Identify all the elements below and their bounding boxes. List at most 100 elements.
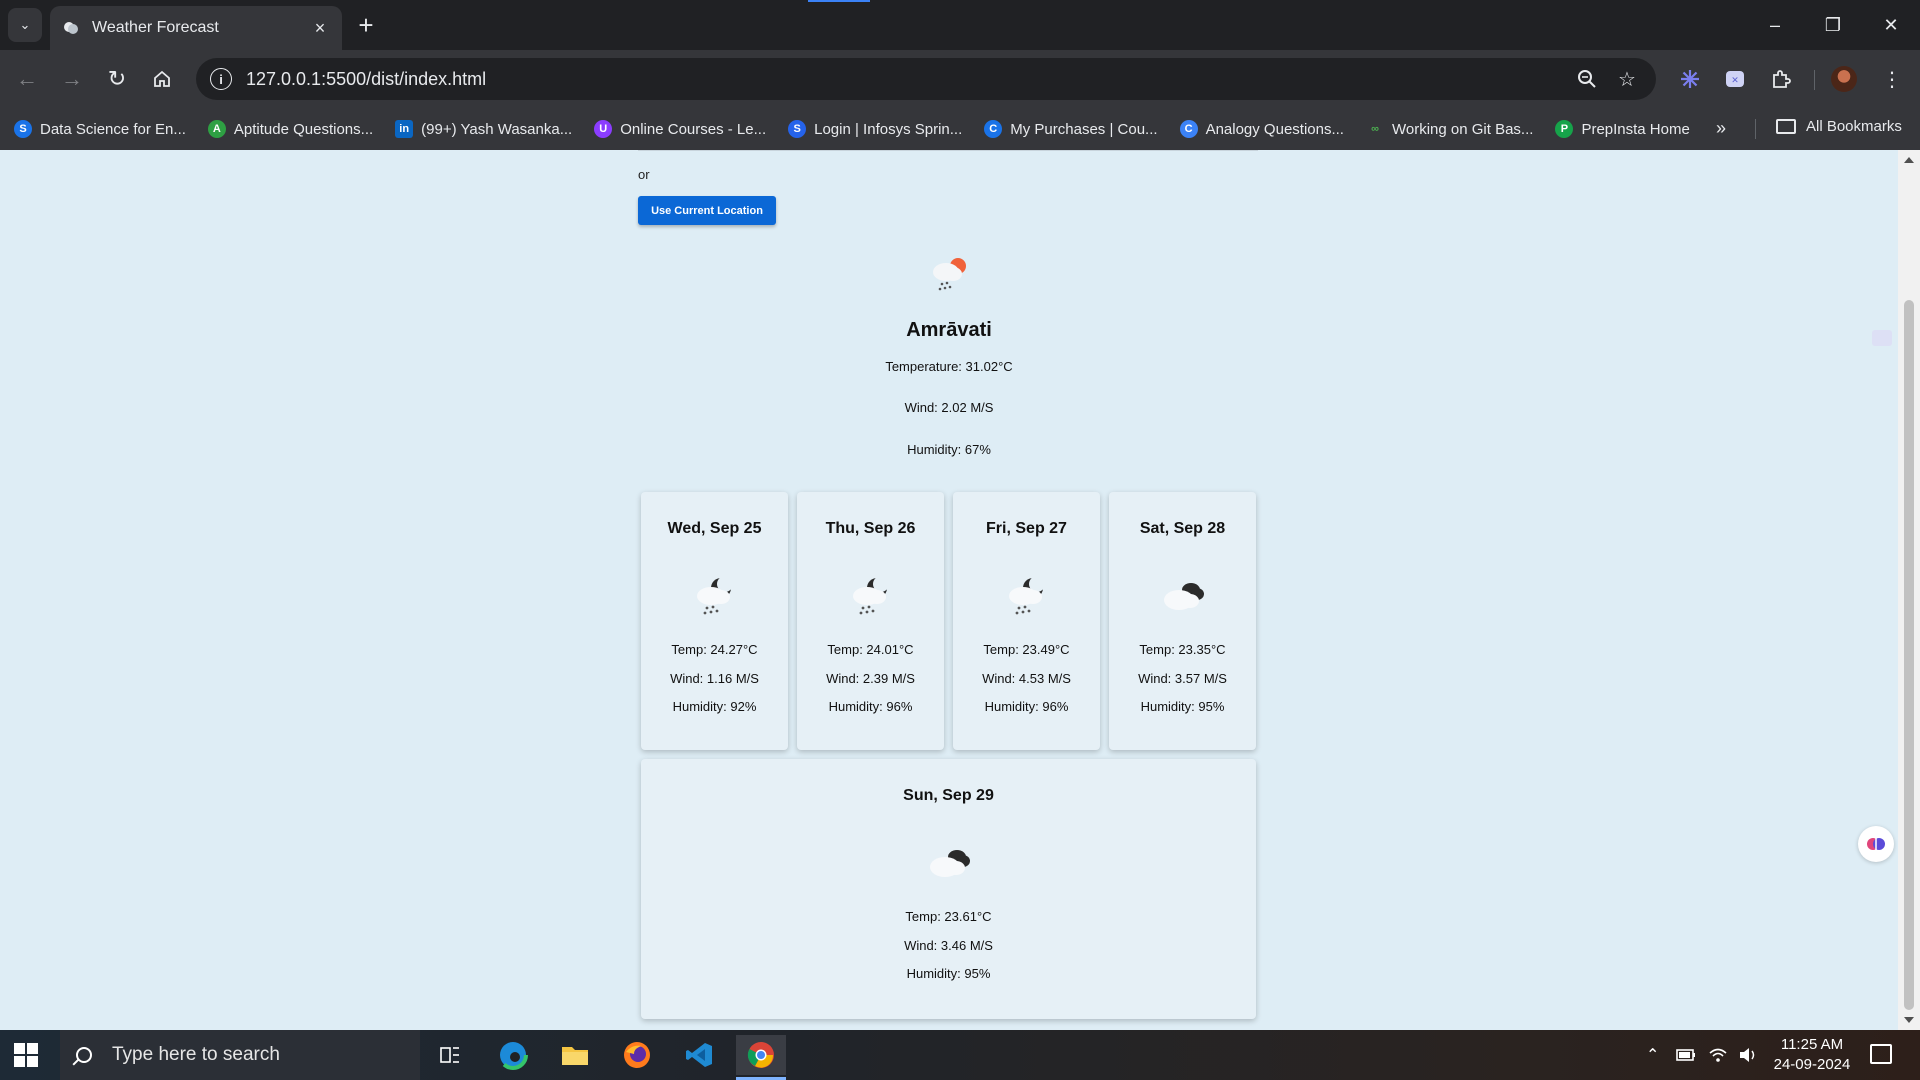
bookmark-item[interactable]: C Analogy Questions...: [1179, 120, 1344, 138]
bookmark-item[interactable]: C My Purchases | Cou...: [984, 120, 1158, 138]
forecast-card: Fri, Sep 27 Temp: 23.49°C Wind: 4.53 M/S…: [953, 492, 1100, 750]
side-widget-chat-icon[interactable]: [1872, 330, 1892, 346]
weather-favicon-icon: [64, 22, 78, 34]
reload-button[interactable]: ↻: [100, 62, 134, 96]
windows-start-icon[interactable]: [14, 1043, 38, 1067]
notifications-icon[interactable]: [1870, 1044, 1892, 1064]
address-bar[interactable]: i 127.0.0.1:5500/dist/index.html ☆: [196, 58, 1656, 100]
zoom-icon[interactable]: [1572, 64, 1602, 94]
folder-icon: [1776, 119, 1796, 134]
page-scrollbar[interactable]: [1898, 150, 1920, 1030]
site-info-icon[interactable]: i: [210, 68, 232, 90]
tab-search-button[interactable]: ⌄: [8, 8, 42, 42]
bookmark-item[interactable]: S Data Science for En...: [14, 120, 186, 138]
bookmark-item[interactable]: A Aptitude Questions...: [207, 120, 374, 138]
rain-sun-icon: [933, 258, 966, 291]
task-view-icon[interactable]: [425, 1035, 475, 1075]
forecast-humidity: Humidity: 92%: [672, 699, 757, 714]
cloudy-night-icon: [1163, 583, 1204, 610]
forecast-wind: Wind: 2.39 M/S: [826, 671, 915, 686]
forecast-card: Sun, Sep 29 Temp: 23.61°C Wind: 3.46 M/S…: [641, 759, 1256, 1019]
current-temperature: Temperature: 31.02°C: [885, 359, 1013, 374]
chrome-icon[interactable]: [736, 1035, 786, 1080]
rain-night-icon: [1008, 576, 1045, 615]
system-clock[interactable]: 11:25 AM 24-09-2024: [1764, 1035, 1860, 1075]
bookmark-item[interactable]: in (99+) Yash Wasanka...: [395, 120, 572, 138]
wifi-icon[interactable]: [1708, 1030, 1728, 1080]
or-separator: or: [638, 167, 650, 182]
all-bookmarks-button[interactable]: All Bookmarks: [1776, 118, 1902, 135]
bookmark-item[interactable]: S Login | Infosys Sprin...: [788, 120, 962, 138]
forecast-day: Fri, Sep 27: [986, 520, 1067, 537]
forecast-day: Sun, Sep 29: [903, 787, 994, 804]
profile-avatar[interactable]: [1831, 66, 1857, 92]
firefox-icon[interactable]: [612, 1035, 662, 1075]
bookmark-favicon-icon: A: [207, 120, 226, 138]
new-tab-button[interactable]: +: [352, 12, 380, 40]
back-button[interactable]: ←: [10, 62, 44, 96]
forecast-humidity: Humidity: 95%: [906, 966, 991, 981]
minimize-button[interactable]: –: [1752, 8, 1798, 42]
forecast-day: Sat, Sep 28: [1139, 520, 1226, 537]
clock-time: 11:25 AM: [1780, 1036, 1844, 1053]
vscode-icon[interactable]: [674, 1035, 724, 1075]
bookmarks-divider: [1755, 119, 1756, 139]
forecast-temp: Temp: 23.35°C: [1139, 642, 1226, 657]
tab-weather-forecast[interactable]: Weather Forecast ×: [50, 6, 342, 50]
tray-overflow-icon[interactable]: ⌃: [1646, 1030, 1659, 1080]
tab-strip: ⌄ Weather Forecast × + – ❐ ✕: [0, 0, 1920, 50]
forecast-wind: Wind: 3.46 M/S: [904, 938, 993, 953]
bookmark-star-icon[interactable]: ☆: [1612, 64, 1642, 94]
all-bookmarks-label: All Bookmarks: [1806, 118, 1902, 135]
forecast-wind: Wind: 3.57 M/S: [1138, 671, 1227, 686]
forward-button[interactable]: →: [55, 62, 89, 96]
rain-night-icon: [696, 576, 733, 615]
arrow-right-icon: →: [61, 66, 83, 91]
extension-chat-icon[interactable]: ✕: [1719, 63, 1751, 95]
bookmark-item[interactable]: P PrepInsta Home: [1555, 120, 1690, 138]
scroll-down-icon[interactable]: [1904, 1017, 1914, 1023]
close-window-button[interactable]: ✕: [1868, 8, 1914, 42]
edge-browser-icon[interactable]: [488, 1035, 538, 1075]
forecast-temp: Temp: 24.01°C: [827, 642, 914, 657]
forecast-temp: Temp: 23.49°C: [983, 642, 1070, 657]
scrollbar-thumb[interactable]: [1904, 300, 1914, 1010]
scroll-up-icon[interactable]: [1904, 157, 1914, 163]
bookmark-label: Online Courses - Le...: [620, 120, 767, 138]
bookmarks-overflow-icon[interactable]: »: [1716, 118, 1726, 139]
bookmark-label: Aptitude Questions...: [233, 120, 374, 138]
clock-date: 24-09-2024: [1773, 1056, 1851, 1073]
tab-close-icon[interactable]: ×: [310, 18, 330, 38]
url-text[interactable]: 127.0.0.1:5500/dist/index.html: [246, 69, 1562, 90]
use-current-location-button[interactable]: Use Current Location: [638, 196, 776, 225]
reload-icon: ↻: [107, 66, 127, 91]
menu-kebab-icon[interactable]: ⋮: [1876, 63, 1908, 95]
forecast-card: Thu, Sep 26 Temp: 24.01°C Wind: 2.39 M/S…: [797, 492, 944, 750]
bookmark-favicon-icon: S: [14, 120, 32, 138]
forecast-temp: Temp: 24.27°C: [671, 642, 758, 657]
taskbar-search-box[interactable]: Type here to search: [60, 1030, 420, 1080]
extensions-puzzle-icon[interactable]: [1765, 63, 1797, 95]
bookmark-label: My Purchases | Cou...: [1010, 120, 1158, 138]
battery-icon[interactable]: [1676, 1030, 1696, 1080]
bookmark-item[interactable]: ∞ Working on Git Bas...: [1366, 120, 1533, 138]
svg-text:✕: ✕: [1731, 76, 1739, 86]
forecast-wind: Wind: 1.16 M/S: [670, 671, 759, 686]
search-input-bottom-edge: [638, 150, 1258, 151]
restore-button[interactable]: ❐: [1810, 8, 1856, 42]
side-widget-brain-icon[interactable]: [1858, 826, 1894, 862]
extension-perplexity-icon[interactable]: [1674, 63, 1706, 95]
forecast-card: Sat, Sep 28 Temp: 23.35°C Wind: 3.57 M/S…: [1109, 492, 1256, 750]
page-viewport: or Use Current Location Amrāvati Tempera…: [0, 150, 1920, 1030]
search-icon: [76, 1047, 92, 1063]
forecast-humidity: Humidity: 96%: [828, 699, 913, 714]
bookmark-favicon-icon: in: [395, 120, 414, 138]
bookmark-favicon-icon: C: [984, 120, 1003, 138]
bookmark-favicon-icon: ∞: [1371, 123, 1379, 135]
bookmark-item[interactable]: U Online Courses - Le...: [594, 120, 766, 138]
file-explorer-icon[interactable]: [550, 1035, 600, 1075]
home-button[interactable]: [145, 62, 179, 96]
forecast-humidity: Humidity: 95%: [1140, 699, 1225, 714]
bookmark-label: Analogy Questions...: [1205, 120, 1344, 138]
volume-icon[interactable]: [1738, 1030, 1758, 1080]
